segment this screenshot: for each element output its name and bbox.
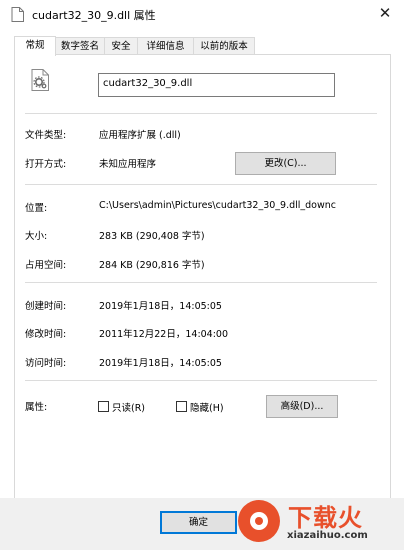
attributes-label: 属性: [25,402,48,413]
size-on-disk-value: 284 KB (290,816 字节) [99,260,205,271]
readonly-label: 只读(R) [112,403,146,414]
tab-general[interactable]: 常规 [14,36,56,56]
watermark-logo-dot [255,517,263,525]
tab-details[interactable]: 详细信息 [137,37,194,55]
close-button[interactable]: ✕ [366,0,404,28]
tab-security[interactable]: 安全 [104,37,138,55]
opens-with-value: 未知应用程序 [99,159,157,170]
dll-gear-file-icon [31,69,49,91]
size-value: 283 KB (290,408 字节) [99,231,205,242]
accessed-label: 访问时间: [25,358,67,369]
file-icon [11,7,24,22]
readonly-checkbox[interactable]: 只读(R) [98,400,145,414]
tab-digital-signatures[interactable]: 数字签名 [55,37,105,55]
modified-label: 修改时间: [25,329,67,340]
advanced-button[interactable]: 高级(D)... [266,395,338,418]
size-on-disk-label: 占用空间: [25,260,67,271]
hidden-checkbox[interactable]: 隐藏(H) [176,400,224,414]
change-button[interactable]: 更改(C)... [235,152,336,175]
checkbox-box[interactable] [98,401,109,412]
watermark-domain: xiazaihuo.com [287,530,368,541]
tab-previous-versions[interactable]: 以前的版本 [193,37,255,55]
location-label: 位置: [25,203,48,214]
ok-button[interactable]: 确定 [160,511,237,534]
file-type-label: 文件类型: [25,130,67,141]
filename-value: cudart32_30_9.dll [103,78,193,89]
separator [25,113,377,114]
separator [25,184,377,185]
filename-field[interactable]: cudart32_30_9.dll [98,73,335,97]
modified-value: 2011年12月22日，14:04:00 [99,329,229,340]
size-label: 大小: [25,231,48,242]
location-value: C:\Users\admin\Pictures\cudart32_30_9.dl… [99,200,337,211]
separator [25,282,377,283]
title-bar: cudart32_30_9.dll 属性 ✕ [0,0,404,30]
accessed-value: 2019年1月18日，14:05:05 [99,358,222,369]
created-value: 2019年1月18日，14:05:05 [99,301,222,312]
created-label: 创建时间: [25,301,67,312]
window-title: cudart32_30_9.dll 属性 [32,9,156,22]
checkbox-box[interactable] [176,401,187,412]
file-type-value: 应用程序扩展 (.dll) [99,130,181,141]
general-panel [14,54,391,499]
watermark-brand: 下载火 [288,504,363,532]
hidden-label: 隐藏(H) [190,403,224,414]
properties-dialog: cudart32_30_9.dll 属性 ✕ 常规 数字签名 安全 详细信息 以… [0,0,404,550]
opens-with-label: 打开方式: [25,159,67,170]
separator [25,380,377,381]
